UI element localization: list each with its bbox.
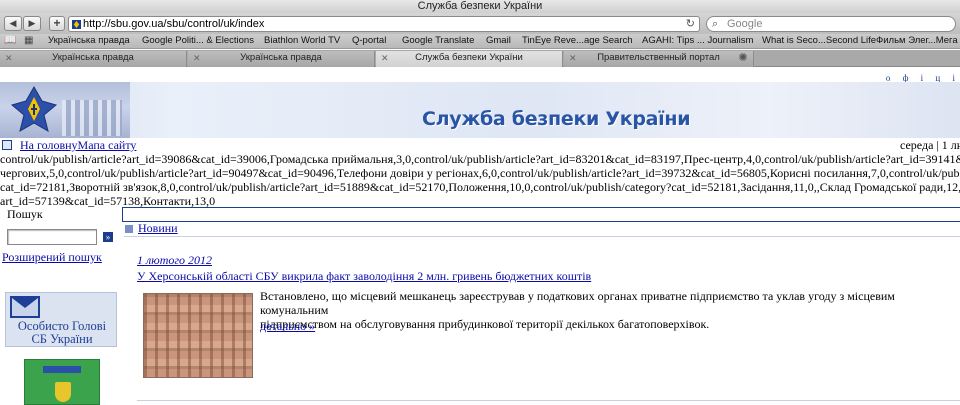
address-text: http://sbu.gov.ua/sbu/control/uk/index — [83, 18, 265, 30]
bookmark-item[interactable]: Gmail — [486, 35, 511, 47]
divider — [124, 236, 960, 237]
window-title: Служба безпеки України — [0, 0, 960, 13]
raw-line: art_id=57139&cat_id=57138,Контакти,13,0 — [0, 194, 216, 208]
tab-label: Правительственный портал — [597, 52, 720, 63]
current-date: середа | 1 лю — [900, 138, 960, 152]
envelope-icon — [10, 296, 40, 318]
bookmark-item[interactable]: Google Politi... & Elections — [142, 35, 254, 47]
tab-label: Українська правда — [240, 52, 322, 63]
site-favicon-icon — [72, 20, 81, 29]
home-icon[interactable] — [2, 140, 12, 150]
raw-line: чергових,5,0,control/uk/publish/article?… — [0, 166, 960, 180]
tab[interactable]: ✕ Українська правда — [188, 51, 375, 67]
news-body-line: Встановлено, що місцевий мешканець зареє… — [260, 289, 895, 317]
news-section-link[interactable]: Новини — [138, 221, 178, 236]
browser-toolbar: ◀ ▶ + http://sbu.gov.ua/sbu/control/uk/i… — [0, 13, 960, 34]
tab-bar: ✕ Українська правда ✕ Українська правда … — [0, 50, 960, 67]
search-placeholder: Google — [727, 18, 763, 30]
news-body-line: підприємством на обслуговування прибудин… — [260, 317, 710, 331]
personal-banner-text: Особисто Голові СБ України — [6, 320, 118, 346]
tab[interactable]: ✕ Правительственный портал ✺ — [564, 51, 754, 67]
close-icon[interactable]: ✕ — [193, 51, 201, 65]
bookmark-item[interactable]: Фильм Элег...Мега — [876, 35, 958, 47]
tab[interactable]: ✕ Українська правда — [0, 51, 187, 67]
banner-title: Служба безпеки України — [422, 108, 691, 130]
raw-line: cat_id=72181,Зворотній зв'язок,8,0,contr… — [0, 180, 960, 194]
personal-line-2: СБ України — [31, 332, 93, 346]
news-date[interactable]: 1 лютого 2012 — [137, 253, 212, 268]
address-bar[interactable]: http://sbu.gov.ua/sbu/control/uk/index ↻ — [68, 16, 700, 32]
close-icon[interactable]: ✕ — [569, 51, 577, 65]
bookmark-item[interactable]: Google Translate — [402, 35, 474, 47]
raw-menu-text: control/uk/publish/article?art_id=39086&… — [0, 152, 960, 208]
back-button[interactable]: ◀ — [4, 16, 22, 31]
divider — [137, 400, 960, 401]
book-icon[interactable]: 📖 — [4, 35, 16, 46]
news-photo-money[interactable] — [143, 293, 253, 378]
bookmark-item[interactable]: Biathlon World TV — [264, 35, 340, 47]
sbu-emblem-icon — [10, 85, 58, 133]
news-body: Встановлено, що місцевий мешканець зареє… — [260, 289, 960, 331]
columns-image — [62, 100, 122, 136]
reload-icon[interactable]: ↻ — [686, 17, 695, 31]
content-header-bar — [122, 207, 960, 222]
personal-to-head-banner[interactable]: Особисто Голові СБ України — [5, 292, 117, 347]
home-sitemap-link[interactable]: На головнуМапа сайту — [20, 138, 136, 152]
bookmarks-bar: 📖 ▦ Українська правда Google Politi... &… — [0, 34, 960, 49]
top-links-row: На головнуМапа сайту середа | 1 лю — [0, 138, 960, 152]
raw-line: control/uk/publish/article?art_id=39086&… — [0, 152, 960, 166]
cover-label — [43, 366, 81, 373]
loading-spinner-icon: ✺ — [738, 52, 748, 64]
advanced-search-link[interactable]: Розширений пошук — [2, 250, 102, 265]
bookmark-item[interactable]: Українська правда — [48, 35, 130, 47]
read-more-link[interactable]: детально » — [260, 319, 315, 334]
search-label: Пошук — [7, 207, 43, 221]
forward-button[interactable]: ▶ — [23, 16, 41, 31]
tab-label: Служба безпеки України — [415, 52, 523, 63]
grid-icon[interactable]: ▦ — [24, 35, 33, 46]
search-field[interactable]: ⌕ Google — [706, 16, 956, 32]
search-icon: ⌕ — [712, 18, 719, 30]
tab-label: Українська правда — [52, 52, 134, 63]
news-title-link[interactable]: У Херсонській області СБУ викрила факт з… — [137, 269, 591, 284]
close-icon[interactable]: ✕ — [381, 51, 389, 65]
shield-icon — [55, 382, 71, 402]
search-submit-button[interactable]: » — [103, 232, 113, 242]
bookmark-item[interactable]: TinEye Reve...age Search — [522, 35, 633, 47]
news-section-icon — [125, 225, 133, 233]
site-search-input[interactable] — [7, 229, 97, 245]
publication-cover-image[interactable] — [24, 359, 100, 405]
bookmark-item[interactable]: Q-portal — [352, 35, 386, 47]
add-bookmark-button[interactable]: + — [49, 16, 65, 31]
close-icon[interactable]: ✕ — [5, 51, 13, 65]
bookmark-item[interactable]: What is Seco...Second Life — [762, 35, 876, 47]
bookmark-item[interactable]: AGAHI: Tips ... Journalism — [642, 35, 753, 47]
tab-active[interactable]: ✕ Служба безпеки України — [376, 51, 563, 67]
